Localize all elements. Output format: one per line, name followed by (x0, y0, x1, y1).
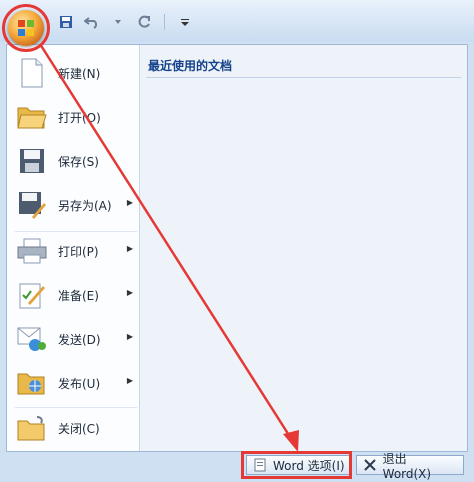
office-menu: 新建(N) 打开(O) 保存(S) 另存为(A) ▶ 打印(P) ▶ 准备(E)… (6, 44, 468, 452)
quick-access-toolbar (56, 10, 195, 34)
exit-word-label: 退出 Word(X) (382, 451, 432, 481)
undo-dropdown-icon[interactable] (108, 12, 128, 32)
menu-footer: Word 选项(I) 退出 Word(X) (6, 452, 468, 481)
submenu-arrow-icon: ▶ (126, 288, 133, 297)
open-folder-icon (16, 101, 48, 133)
send-icon (16, 323, 48, 355)
menu-item-publish[interactable]: 发布(U) ▶ (7, 363, 139, 403)
save-icon[interactable] (56, 12, 76, 32)
save-icon (16, 145, 48, 177)
menu-commands: 新建(N) 打开(O) 保存(S) 另存为(A) ▶ 打印(P) ▶ 准备(E)… (7, 45, 140, 451)
recent-documents-pane: 最近使用的文档 (140, 45, 467, 451)
word-options-highlight (241, 451, 352, 479)
close-folder-icon (16, 412, 48, 444)
undo-icon[interactable] (82, 12, 102, 32)
menu-item-print[interactable]: 打印(P) ▶ (7, 231, 139, 271)
menu-item-new[interactable]: 新建(N) (7, 53, 139, 93)
recent-documents-title: 最近使用的文档 (148, 59, 233, 73)
prepare-icon (16, 279, 48, 311)
submenu-arrow-icon: ▶ (126, 332, 133, 341)
submenu-arrow-icon: ▶ (126, 376, 133, 385)
redo-icon[interactable] (134, 12, 154, 32)
submenu-arrow-icon: ▶ (126, 244, 133, 253)
menu-item-prepare[interactable]: 准备(E) ▶ (7, 275, 139, 315)
menu-item-save[interactable]: 保存(S) (7, 141, 139, 181)
menu-item-open[interactable]: 打开(O) (7, 97, 139, 137)
new-document-icon (16, 57, 48, 89)
title-bar (0, 0, 474, 46)
close-icon (363, 458, 377, 472)
publish-icon (16, 367, 48, 399)
printer-icon (16, 235, 48, 267)
exit-word-button[interactable]: 退出 Word(X) (356, 452, 464, 481)
customize-qat-icon[interactable] (175, 12, 195, 32)
save-as-icon (16, 189, 48, 221)
menu-item-close[interactable]: 关闭(C) (7, 408, 139, 448)
toolbar-separator (164, 14, 165, 30)
recent-documents-divider (146, 77, 461, 78)
menu-item-send[interactable]: 发送(D) ▶ (7, 319, 139, 359)
submenu-arrow-icon: ▶ (126, 198, 133, 207)
menu-item-save-as[interactable]: 另存为(A) ▶ (7, 185, 139, 225)
office-button-highlight (2, 4, 50, 52)
